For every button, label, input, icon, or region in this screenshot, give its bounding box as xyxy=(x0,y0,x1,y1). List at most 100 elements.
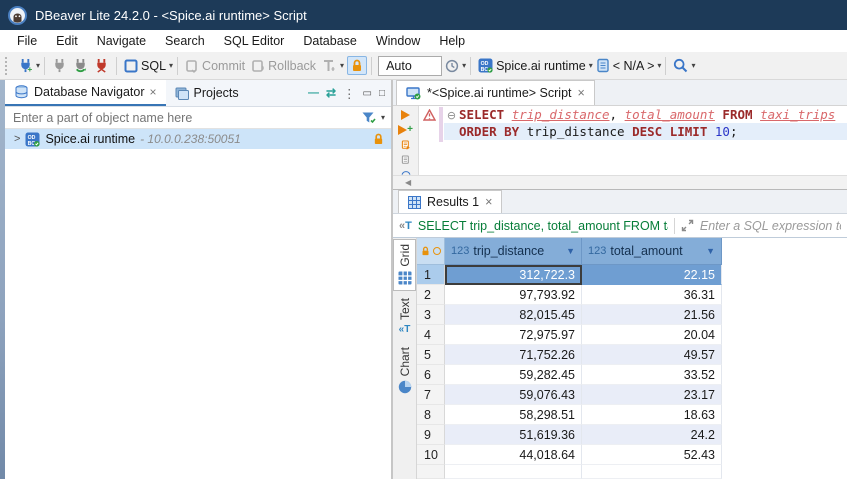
menu-item-sql-editor[interactable]: SQL Editor xyxy=(215,32,295,50)
tab-database-navigator[interactable]: Database Navigator × xyxy=(5,80,166,106)
table-row[interactable]: 4 72,975.97 20.04 xyxy=(417,325,847,345)
execute-statement-button[interactable] xyxy=(401,110,410,120)
table-row[interactable]: 3 82,015.45 21.56 xyxy=(417,305,847,325)
active-connection-selector[interactable]: ODBC Spice.ai runtime xyxy=(475,56,589,75)
grid-cell[interactable]: 51,619.36 xyxy=(445,425,582,445)
grid-cell[interactable]: 23.17 xyxy=(582,385,722,405)
grid-cell[interactable]: 22.15 xyxy=(582,265,722,285)
rollback-button[interactable]: Rollback xyxy=(248,57,319,75)
search-caret[interactable]: ▾ xyxy=(691,62,695,70)
sort-icon[interactable]: ▼ xyxy=(706,246,715,256)
grid-cell[interactable]: 24.2 xyxy=(582,425,722,445)
link-with-editor-icon[interactable]: ⇄ xyxy=(326,86,336,100)
menu-item-window[interactable]: Window xyxy=(367,32,430,50)
sql-editor-button[interactable]: SQL xyxy=(121,57,169,75)
grid-cell[interactable]: 97,793.92 xyxy=(445,285,582,305)
expand-chevron-icon[interactable]: > xyxy=(14,133,20,145)
sql-editor-caret[interactable]: ▾ xyxy=(169,62,173,70)
close-icon[interactable]: × xyxy=(485,195,492,209)
grid-cell[interactable]: 49.57 xyxy=(582,345,722,365)
connect-button[interactable] xyxy=(49,56,70,75)
tab-script-editor[interactable]: *<Spice.ai runtime> Script × xyxy=(396,80,595,105)
maximize-view-icon[interactable]: □ xyxy=(379,88,385,99)
tab-grid-view[interactable]: Grid xyxy=(393,239,416,291)
close-icon[interactable]: × xyxy=(149,85,156,99)
fold-collapse-icon[interactable]: ⊖ xyxy=(444,107,459,124)
table-row[interactable]: 9 51,619.36 24.2 xyxy=(417,425,847,445)
grid-cell[interactable]: 72,975.97 xyxy=(445,325,582,345)
new-connection-button[interactable]: + xyxy=(15,56,36,75)
scroll-left-arrow-icon[interactable]: ◀ xyxy=(405,178,411,187)
active-database-selector[interactable]: < N/A > xyxy=(593,56,658,75)
active-database-caret[interactable]: ▾ xyxy=(657,62,661,70)
grid-cell[interactable]: 58,298.51 xyxy=(445,405,582,425)
table-row[interactable]: 2 97,793.92 36.31 xyxy=(417,285,847,305)
grid-cell[interactable]: 18.63 xyxy=(582,405,722,425)
explain-plan-button[interactable] xyxy=(399,155,413,165)
menu-item-database[interactable]: Database xyxy=(294,32,367,50)
menu-item-navigate[interactable]: Navigate xyxy=(88,32,156,50)
sql-line-2[interactable]: ORDER BY trip_distance DESC LIMIT 10; xyxy=(444,123,847,140)
grid-cell[interactable]: 44,018.64 xyxy=(445,445,582,465)
row-number[interactable]: 4 xyxy=(417,325,445,345)
grid-cell[interactable]: 33.52 xyxy=(582,365,722,385)
transaction-history-caret[interactable]: ▾ xyxy=(462,62,466,70)
grid-cell[interactable]: 59,282.45 xyxy=(445,365,582,385)
row-number[interactable]: 3 xyxy=(417,305,445,325)
menu-item-help[interactable]: Help xyxy=(430,32,475,50)
tab-text-view[interactable]: Text «T xyxy=(393,294,416,340)
filter-caret[interactable]: ▾ xyxy=(381,114,385,122)
table-row[interactable]: 8 58,298.51 18.63 xyxy=(417,405,847,425)
sql-code-area[interactable]: ⊖SELECT trip_distance, total_amount FROM… xyxy=(444,106,847,175)
grid-cell[interactable]: 312,722.3 xyxy=(445,265,582,285)
close-icon[interactable]: × xyxy=(578,86,585,100)
object-filter-input[interactable] xyxy=(13,111,361,125)
execute-new-tab-button[interactable]: + xyxy=(398,125,413,135)
grid-cell[interactable]: 21.56 xyxy=(582,305,722,325)
commit-button[interactable]: Commit xyxy=(182,57,248,75)
sort-desc-icon[interactable]: ▼ xyxy=(566,246,575,256)
sql-column-link[interactable]: total_amount xyxy=(625,107,715,122)
column-header-total-amount[interactable]: 123 total_amount ▼ xyxy=(582,238,722,265)
collapse-all-icon[interactable]: — xyxy=(308,87,319,99)
search-button[interactable] xyxy=(670,56,691,75)
transaction-history-button[interactable] xyxy=(442,57,462,75)
reconnect-button[interactable] xyxy=(70,56,91,75)
filter-icon[interactable] xyxy=(361,111,377,125)
row-number[interactable]: 1 xyxy=(417,265,445,285)
connection-lock-toggle[interactable] xyxy=(347,56,367,75)
sql-column-link[interactable]: trip_distance xyxy=(512,107,610,122)
table-row[interactable]: 1 312,722.3 22.15 xyxy=(417,265,847,285)
table-row[interactable]: 7 59,076.43 23.17 xyxy=(417,385,847,405)
editor-horizontal-scrollbar[interactable]: ◀ xyxy=(393,175,847,189)
row-number[interactable]: 7 xyxy=(417,385,445,405)
table-row[interactable]: 10 44,018.64 52.43 xyxy=(417,445,847,465)
connection-tree-item[interactable]: > ODBC Spice.ai runtime - 10.0.0.238:500… xyxy=(5,129,391,149)
view-menu-icon[interactable]: ⋮ xyxy=(343,86,356,101)
grid-cell[interactable]: 52.43 xyxy=(582,445,722,465)
row-number[interactable]: 6 xyxy=(417,365,445,385)
row-number[interactable]: 10 xyxy=(417,445,445,465)
execute-script-button[interactable] xyxy=(399,140,413,150)
grid-cell[interactable]: 82,015.45 xyxy=(445,305,582,325)
toolbar-drag-handle[interactable] xyxy=(5,57,12,75)
menu-item-search[interactable]: Search xyxy=(156,32,215,50)
results-filter-bar[interactable]: «T SELECT trip_distance, total_amount FR… xyxy=(393,214,847,238)
grid-cell[interactable]: 20.04 xyxy=(582,325,722,345)
column-header-trip-distance[interactable]: 123 trip_distance ▼ xyxy=(445,238,582,265)
grid-cell[interactable]: 71,752.26 xyxy=(445,345,582,365)
sql-table-link[interactable]: taxi_trips xyxy=(760,107,835,122)
expand-filter-icon[interactable] xyxy=(681,219,694,232)
menu-item-file[interactable]: File xyxy=(8,32,47,50)
grid-cell[interactable]: 36.31 xyxy=(582,285,722,305)
row-number[interactable]: 8 xyxy=(417,405,445,425)
table-row[interactable]: 6 59,282.45 33.52 xyxy=(417,365,847,385)
tab-projects[interactable]: Projects xyxy=(166,80,248,106)
transaction-caret[interactable]: ▾ xyxy=(340,62,344,70)
new-connection-caret[interactable]: ▾ xyxy=(36,62,40,70)
grid-corner-cell[interactable] xyxy=(417,238,445,265)
disconnect-button[interactable] xyxy=(91,56,112,75)
transaction-log-button[interactable] xyxy=(319,57,340,75)
table-row[interactable]: 5 71,752.26 49.57 xyxy=(417,345,847,365)
autocommit-combo[interactable]: Auto xyxy=(378,56,442,76)
